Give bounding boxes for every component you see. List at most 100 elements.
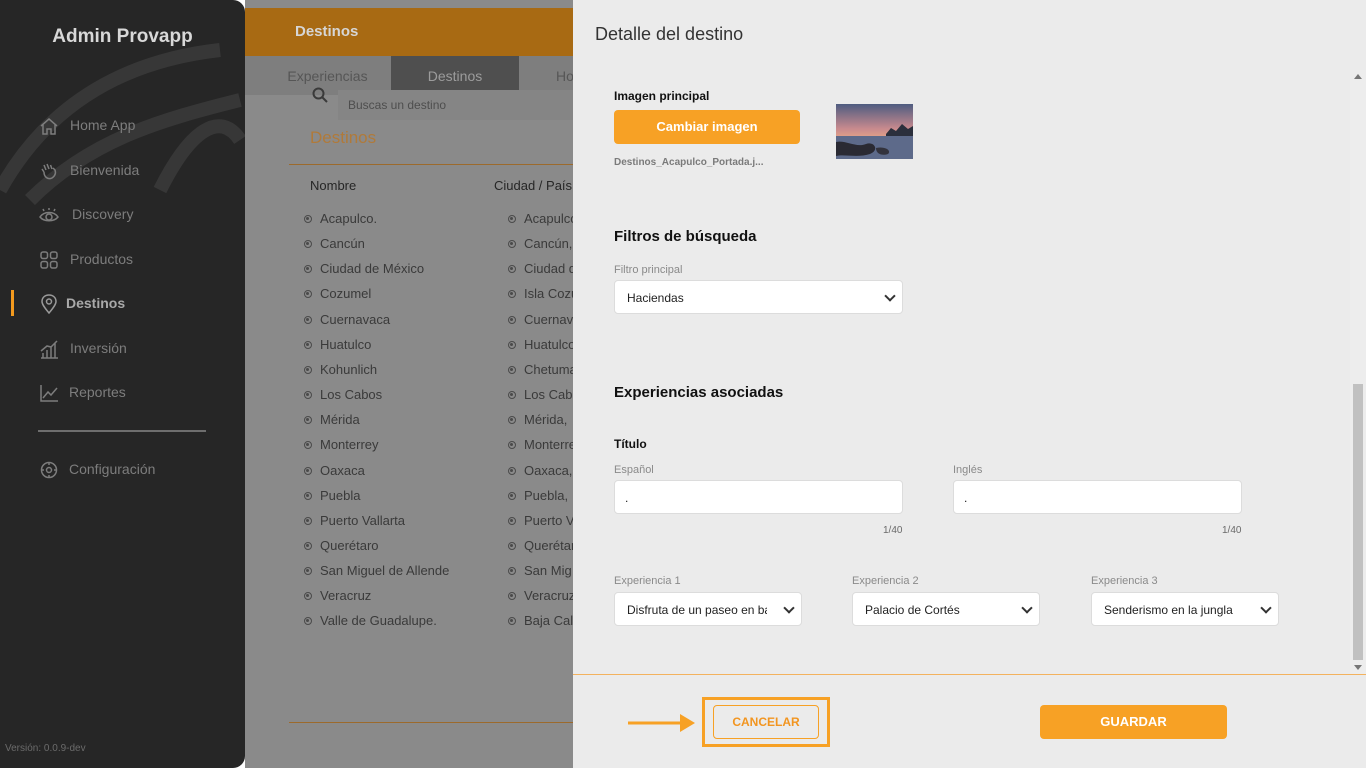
active-indicator <box>11 290 14 316</box>
cancel-button[interactable]: CANCELAR <box>713 705 819 739</box>
row-bullet-icon <box>508 592 516 601</box>
destination-image-thumbnail <box>836 104 913 159</box>
row-bullet-icon <box>508 617 516 626</box>
chevron-down-icon <box>1260 602 1272 614</box>
search-input[interactable]: Buscas un destino <box>338 90 598 120</box>
row-bullet-icon <box>304 265 312 274</box>
sidebar-item-discovery[interactable]: Discovery <box>0 199 245 229</box>
table-row-name[interactable]: Querétaro <box>304 538 379 553</box>
table-row-city[interactable]: Querétar <box>508 538 575 553</box>
row-bullet-icon <box>508 240 516 249</box>
experience-2-select[interactable]: Palacio de Cortés <box>852 592 1040 626</box>
version-text: Versión: 0.0.9-dev <box>5 743 86 754</box>
change-image-button[interactable]: Cambiar imagen <box>614 110 800 144</box>
modal-title: Detalle del destino <box>595 24 744 44</box>
table-row-city[interactable]: Puerto V <box>508 513 575 528</box>
table-row-city[interactable]: Mérida, <box>508 412 567 427</box>
destination-name: Valle de Guadalupe. <box>320 613 437 629</box>
destination-name: Ciudad de México <box>320 261 425 277</box>
row-bullet-icon <box>304 240 312 249</box>
image-filename: Destinos_Acapulco_Portada.j... <box>614 157 764 168</box>
destination-city: Chetuma <box>524 361 577 377</box>
table-row-name[interactable]: Cancún <box>304 236 365 251</box>
main-filter-select[interactable]: Haciendas <box>614 280 903 314</box>
save-button[interactable]: GUARDAR <box>1040 705 1227 739</box>
english-title-input[interactable]: . <box>953 480 1242 514</box>
destination-name: San Miguel de Allende <box>320 563 450 579</box>
scroll-down-arrow-icon[interactable] <box>1354 665 1362 670</box>
row-bullet-icon <box>508 365 516 374</box>
sidebar-item-productos[interactable]: Productos <box>0 244 245 274</box>
destination-city: Acapulco <box>524 211 578 226</box>
scrollbar-thumb[interactable] <box>1353 384 1363 660</box>
sidebar-item-label: Reportes <box>69 384 126 400</box>
table-row-name[interactable]: Cozumel <box>304 286 371 301</box>
spanish-title-input[interactable]: . <box>614 480 903 514</box>
destination-name: Cuernavaca <box>320 311 391 327</box>
sidebar-item-configuracion[interactable]: Configuración <box>0 454 245 484</box>
destination-city: Veracruz <box>524 588 576 604</box>
table-row-city[interactable]: Los Cab <box>508 387 572 402</box>
destination-city: Oaxaca, <box>524 462 573 478</box>
table-row-name[interactable]: Ciudad de México <box>304 261 424 276</box>
table-row-city[interactable]: Monterre <box>508 437 576 452</box>
table-row-city[interactable]: Cancún, <box>508 236 572 251</box>
grid-icon <box>40 251 58 269</box>
table-row-city[interactable]: Cuernav <box>508 312 573 327</box>
experience-1-select[interactable]: Disfruta de un paseo en barco <box>614 592 802 626</box>
destination-name: Huatulco <box>320 336 372 352</box>
table-row-city[interactable]: Puebla, <box>508 488 568 503</box>
row-bullet-icon <box>508 315 516 324</box>
sidebar-item-label: Bienvenida <box>70 162 140 178</box>
table-row-city[interactable]: San Mig <box>508 563 572 578</box>
sidebar-item-destinos[interactable]: Destinos <box>0 288 245 318</box>
row-bullet-icon <box>508 567 516 576</box>
destination-city: Huatulco <box>524 336 576 352</box>
table-row-name[interactable]: Mérida <box>304 412 360 427</box>
table-row-name[interactable]: Huatulco <box>304 337 371 352</box>
title-label: Título <box>614 437 647 451</box>
chevron-down-icon <box>783 602 795 614</box>
row-bullet-icon <box>304 592 312 601</box>
destination-name: Oaxaca <box>320 462 365 478</box>
table-row-name[interactable]: Valle de Guadalupe. <box>304 613 437 628</box>
sidebar-item-label: Destinos <box>66 295 126 311</box>
sidebar-item-bienvenida[interactable]: Bienvenida <box>0 155 245 185</box>
modal-scrollbar[interactable] <box>1350 70 1366 674</box>
sidebar-item-reportes[interactable]: Reportes <box>0 377 245 407</box>
table-row-name[interactable]: Veracruz <box>304 588 371 603</box>
table-row-city[interactable]: Chetuma <box>508 362 577 377</box>
sidebar-item-home-app[interactable]: Home App <box>0 110 245 140</box>
row-bullet-icon <box>508 491 516 500</box>
destination-city: Ciudad d <box>524 261 577 277</box>
row-bullet-icon <box>304 541 312 550</box>
destination-city: Puerto V <box>524 512 575 528</box>
table-row-city[interactable]: Oaxaca, <box>508 463 572 478</box>
table-row-city[interactable]: Veracruz <box>508 588 575 603</box>
scroll-up-arrow-icon[interactable] <box>1354 74 1362 79</box>
spanish-char-counter: 1/40 <box>883 525 903 536</box>
table-row-name[interactable]: Kohunlich <box>304 362 377 377</box>
table-row-name[interactable]: Puerto Vallarta <box>304 513 405 528</box>
table-row-name[interactable]: Puebla <box>304 488 360 503</box>
destination-city: Baja Cal <box>524 613 574 629</box>
table-row-name[interactable]: Monterrey <box>304 437 379 452</box>
table-row-city[interactable]: Baja Cal <box>508 613 573 628</box>
table-row-city[interactable]: Isla Cozu <box>508 286 578 301</box>
section-divider <box>289 164 573 165</box>
experience-3-select[interactable]: Senderismo en la jungla <box>1091 592 1279 626</box>
table-row-name[interactable]: Oaxaca <box>304 463 365 478</box>
row-bullet-icon <box>304 416 312 425</box>
table-row-city[interactable]: Ciudad d <box>508 261 576 276</box>
row-bullet-icon <box>304 215 312 223</box>
experiences-section-title: Experiencias asociadas <box>614 384 784 401</box>
table-row-name[interactable]: Los Cabos <box>304 387 382 402</box>
table-row-name[interactable]: Acapulco. <box>304 211 377 226</box>
table-row-city[interactable]: Acapulco <box>508 211 577 226</box>
table-row-city[interactable]: Huatulco <box>508 337 575 352</box>
table-row-name[interactable]: Cuernavaca <box>304 312 390 327</box>
sidebar-item-inversion[interactable]: Inversión <box>0 333 245 363</box>
table-row-name[interactable]: San Miguel de Allende <box>304 563 449 578</box>
destination-city: Isla Cozu <box>524 286 579 302</box>
destination-city: Cancún, <box>524 236 573 252</box>
